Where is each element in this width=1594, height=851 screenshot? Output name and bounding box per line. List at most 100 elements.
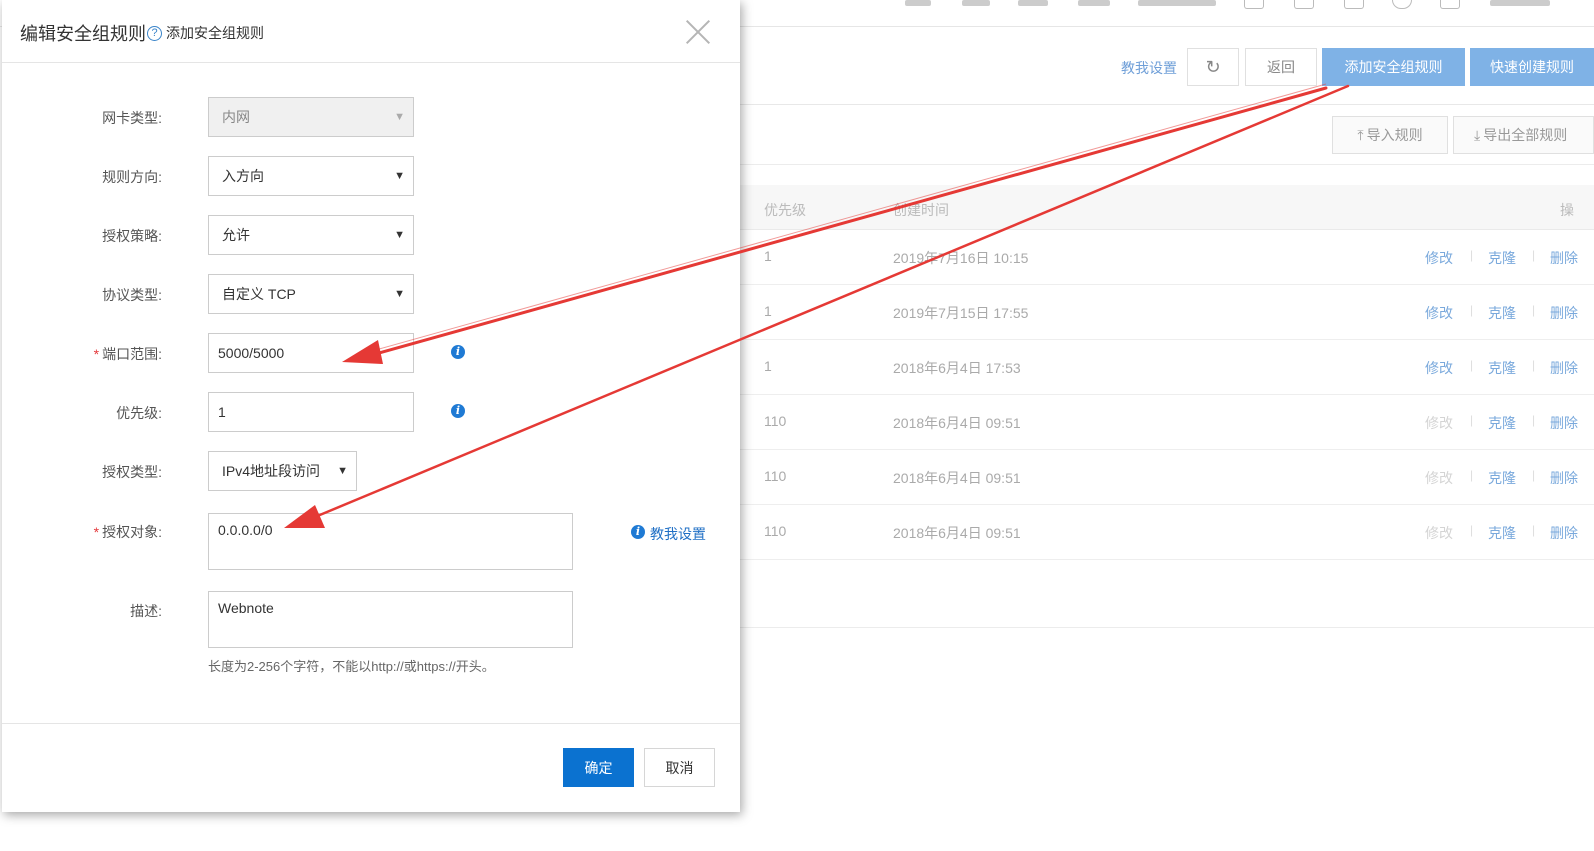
confirm-button[interactable]: 确定	[563, 748, 634, 787]
port-range-input[interactable]: 5000/5000	[208, 333, 414, 373]
add-security-group-rule-button[interactable]: 添加安全组规则	[1322, 48, 1465, 86]
dropdown-arrow-icon: ▼	[394, 111, 405, 123]
modify-link[interactable]: 修改	[1425, 303, 1453, 323]
teach-me-link[interactable]: 教我设置	[1121, 58, 1177, 78]
cell-priority: 1	[764, 248, 772, 264]
notification-icon[interactable]	[1294, 0, 1314, 9]
port-range-label: * 端口范围:	[2, 344, 162, 364]
description-label: 描述:	[130, 603, 162, 619]
action-separator: |	[1470, 303, 1474, 317]
top-nav-item[interactable]	[1018, 0, 1048, 6]
policy-select[interactable]: 允许 ▼	[208, 215, 414, 255]
delete-link[interactable]: 删除	[1550, 468, 1578, 488]
table-row: 110 2018年6月4日 09:51 修改 | 克隆 | 删除	[740, 449, 1594, 505]
description-hint: 长度为2-256个字符，不能以http://或https://开头。	[208, 659, 495, 674]
top-nav-item[interactable]	[1078, 0, 1110, 6]
modify-link: 修改	[1425, 470, 1453, 486]
description-textarea[interactable]: Webnote	[208, 591, 573, 648]
table-row: 1 2019年7月16日 10:15 修改 | 克隆 | 删除	[740, 229, 1594, 285]
table-row: 110 2018年6月4日 09:51 修改 | 克隆 | 删除	[740, 504, 1594, 560]
action-separator: |	[1470, 413, 1474, 427]
question-icon[interactable]: ?	[147, 26, 162, 41]
action-separator: |	[1532, 303, 1536, 317]
header-priority: 优先级	[764, 202, 806, 218]
auth-type-select[interactable]: IPv4地址段访问 ▼	[208, 451, 357, 491]
clone-link[interactable]: 克隆	[1488, 468, 1516, 488]
top-nav-item[interactable]	[905, 0, 931, 6]
clone-link[interactable]: 克隆	[1488, 523, 1516, 543]
home-icon[interactable]	[1440, 0, 1460, 9]
protocol-select[interactable]: 自定义 TCP ▼	[208, 274, 414, 314]
cell-created: 2018年6月4日 09:51	[893, 525, 1021, 541]
protocol-label: 协议类型:	[102, 287, 162, 303]
cell-priority: 110	[764, 468, 787, 484]
add-rule-help-link[interactable]: 添加安全组规则	[166, 23, 264, 43]
action-separator: |	[1532, 358, 1536, 372]
required-marker: *	[93, 346, 100, 362]
back-button[interactable]: 返回	[1245, 48, 1317, 86]
quick-create-rule-button[interactable]: 快速创建规则	[1470, 48, 1594, 86]
direction-select[interactable]: 入方向 ▼	[208, 156, 414, 196]
import-rules-label: 导入规则	[1366, 127, 1423, 143]
close-icon[interactable]	[684, 18, 712, 46]
auth-object-textarea[interactable]: 0.0.0.0/0	[208, 513, 573, 570]
message-icon[interactable]	[1244, 0, 1264, 9]
policy-value: 允许	[222, 227, 250, 243]
info-icon[interactable]: i	[451, 345, 465, 359]
cell-created: 2019年7月15日 17:55	[893, 305, 1029, 321]
edit-security-group-rule-dialog: 编辑安全组规则 ? 添加安全组规则 网卡类型: 内网 ▼ 规则方向: 入方向 ▼…	[2, 0, 740, 812]
help-icon[interactable]	[1392, 0, 1412, 9]
table-row: 1 2019年7月15日 17:55 修改 | 克隆 | 删除	[740, 284, 1594, 340]
delete-link[interactable]: 删除	[1550, 303, 1578, 323]
dropdown-arrow-icon: ▼	[394, 170, 405, 182]
required-marker: *	[93, 524, 100, 540]
action-separator: |	[1532, 468, 1536, 482]
clone-link[interactable]: 克隆	[1488, 248, 1516, 268]
cancel-button[interactable]: 取消	[644, 748, 715, 787]
export-rules-label: 导出全部规则	[1483, 127, 1568, 143]
clone-link[interactable]: 克隆	[1488, 303, 1516, 323]
dropdown-arrow-icon: ▼	[394, 229, 405, 241]
cell-created: 2019年7月16日 10:15	[893, 250, 1029, 266]
clone-link[interactable]: 克隆	[1488, 413, 1516, 433]
nic-type-value: 内网	[222, 109, 250, 125]
auth-object-label: * 授权对象:	[2, 522, 162, 542]
info-icon[interactable]: i	[451, 404, 465, 418]
protocol-value: 自定义 TCP	[222, 286, 296, 302]
modify-link: 修改	[1425, 525, 1453, 541]
modify-link[interactable]: 修改	[1425, 358, 1453, 378]
top-nav-account[interactable]	[1490, 0, 1550, 6]
priority-input[interactable]: 1	[208, 392, 414, 432]
delete-link[interactable]: 删除	[1550, 358, 1578, 378]
dropdown-arrow-icon: ▼	[394, 288, 405, 300]
download-icon: ⤓	[1474, 126, 1481, 143]
clone-link[interactable]: 克隆	[1488, 358, 1516, 378]
import-rules-button[interactable]: ⤒ 导入规则	[1332, 116, 1448, 154]
top-nav-item[interactable]	[1138, 0, 1216, 6]
dropdown-arrow-icon: ▼	[337, 465, 348, 477]
cell-priority: 110	[764, 413, 787, 429]
header-created: 创建时间	[893, 202, 949, 218]
info-icon: i	[631, 525, 645, 539]
teach-me-link[interactable]: 教我设置	[650, 524, 706, 544]
refresh-button[interactable]: ↻	[1187, 48, 1239, 86]
table-row: 110 2018年6月4日 09:51 修改 | 克隆 | 删除	[740, 394, 1594, 450]
modify-link[interactable]: 修改	[1425, 248, 1453, 268]
delete-link[interactable]: 删除	[1550, 523, 1578, 543]
export-rules-button[interactable]: ⤓ 导出全部规则	[1453, 116, 1594, 154]
delete-link[interactable]: 删除	[1550, 413, 1578, 433]
cell-priority: 1	[764, 303, 772, 319]
delete-link[interactable]: 删除	[1550, 248, 1578, 268]
rules-table-header: 优先级 创建时间 操	[740, 185, 1594, 230]
auth-type-label: 授权类型:	[102, 464, 162, 480]
table-row: 1 2018年6月4日 17:53 修改 | 克隆 | 删除	[740, 339, 1594, 395]
top-nav-item[interactable]	[962, 0, 990, 6]
dialog-title: 编辑安全组规则	[20, 24, 146, 44]
modify-link: 修改	[1425, 415, 1453, 431]
priority-label: 优先级:	[116, 405, 162, 421]
action-separator: |	[1470, 523, 1474, 537]
divider	[740, 164, 1594, 165]
direction-value: 入方向	[222, 168, 264, 184]
auth-type-value: IPv4地址段访问	[222, 463, 321, 479]
cart-icon[interactable]	[1344, 0, 1364, 9]
